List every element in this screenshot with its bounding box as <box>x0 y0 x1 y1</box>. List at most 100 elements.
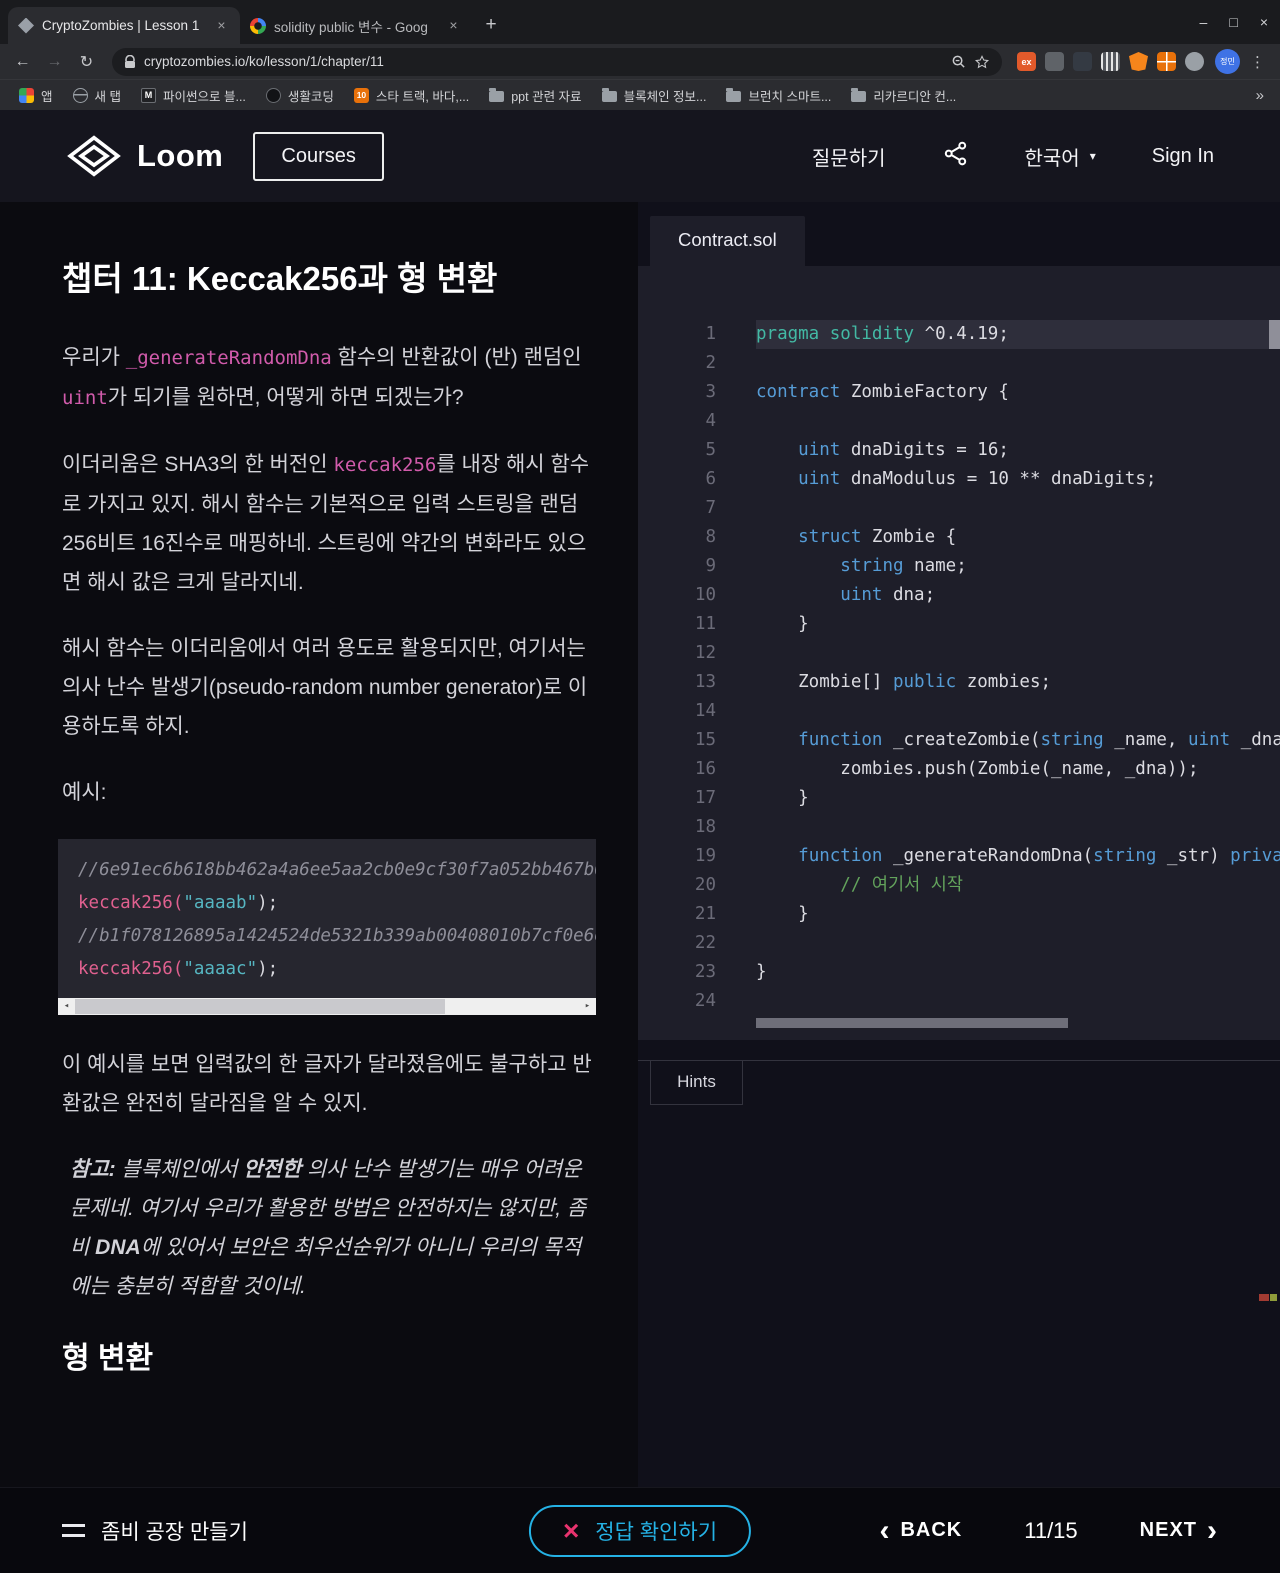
scrollbar-thumb[interactable] <box>75 999 445 1014</box>
browser-tabs: CryptoZombies | Lesson 1 × solidity public… <box>8 7 472 44</box>
extension-grid-icon[interactable] <box>1157 52 1176 71</box>
zoom-icon[interactable] <box>951 54 966 69</box>
text-segment: 에 있어서 보안은 최우선순위가 아니니 우리의 목적에는 충분히 적합할 것이… <box>70 1236 582 1298</box>
bookmark-item[interactable]: 리카르디안 컨... <box>842 83 965 108</box>
bookmark-label: 생활코딩 <box>287 89 334 104</box>
menu-kebab-icon[interactable]: ⋮ <box>1243 53 1272 71</box>
code-token: uint <box>840 585 883 605</box>
bookmarks-overflow-icon[interactable]: » <box>1250 87 1270 104</box>
share-icon[interactable] <box>942 140 969 173</box>
bookmark-label: 리카르디안 컨... <box>873 89 957 104</box>
ten-icon: 10 <box>353 87 369 103</box>
tab-close-icon[interactable]: × <box>213 17 230 34</box>
code-editor[interactable]: 1 pragma solidity ^0.4.19; 2 3 contract Zomb… <box>638 266 1280 1040</box>
scroll-left-icon[interactable]: ◂ <box>58 990 75 1015</box>
code-token: dnaDigits = 16; <box>840 440 1009 460</box>
tab-close-icon[interactable]: × <box>445 17 462 34</box>
code-function: keccak256( <box>78 959 184 979</box>
extension-icon[interactable] <box>1073 52 1092 71</box>
new-tab-button[interactable]: + <box>478 12 504 38</box>
code-token: dna; <box>882 585 936 605</box>
back-nav-button[interactable]: ‹ BACK <box>879 1515 962 1546</box>
ask-question-link[interactable]: 질문하기 <box>812 142 886 171</box>
address-bar[interactable]: cryptozombies.io/ko/lesson/1/chapter/11 <box>112 47 1002 76</box>
scroll-right-icon[interactable]: ▸ <box>579 990 596 1015</box>
contract-tab[interactable]: Contract.sol <box>650 216 805 266</box>
code-line: 22 <box>638 929 1280 958</box>
extension-circle-icon[interactable] <box>1185 52 1204 71</box>
extension-ex-icon[interactable]: ex <box>1017 52 1036 71</box>
horizontal-scrollbar-thumb[interactable] <box>756 1018 1068 1028</box>
text-segment: 참고: <box>70 1158 116 1181</box>
hints-tab[interactable]: Hints <box>650 1061 743 1105</box>
folder-icon <box>726 88 742 102</box>
browser-window: CryptoZombies | Lesson 1 × solidity public… <box>0 0 1280 1573</box>
bookmark-star-icon[interactable] <box>974 54 990 70</box>
code-token: _str) <box>1156 846 1231 866</box>
minimize-button[interactable]: – <box>1200 14 1208 30</box>
overview-marks <box>1259 1294 1277 1301</box>
bookmark-item[interactable]: ppt 관련 자료 <box>480 83 590 108</box>
forward-button[interactable]: → <box>40 53 69 71</box>
browser-toolbar: ← → ↻ cryptozombies.io/ko/lesson/1/chapt… <box>0 44 1280 79</box>
text-segment: 이더리움은 SHA3의 한 버전인 <box>62 453 334 476</box>
bookmark-item[interactable]: 10 스타 트랙, 바다,... <box>345 83 478 108</box>
browser-tab[interactable]: solidity public 변수 - Goog × <box>240 7 472 44</box>
code-function: keccak256( <box>78 893 184 913</box>
dot-icon <box>265 87 281 103</box>
google-favicon <box>250 17 266 34</box>
bookmark-item[interactable]: M 파이썬으로 블... <box>132 83 255 108</box>
example-scrollbar[interactable]: ◂ ▸ <box>58 998 596 1015</box>
code-line: 17 } <box>638 784 1280 813</box>
code-text: ); <box>257 893 279 913</box>
footer-nav: ‹ BACK 11/15 NEXT › <box>879 1515 1218 1546</box>
inline-code: _generateRandomDna <box>125 347 332 369</box>
example-code-line: //b1f078126895a1424524de5321b339ab004080… <box>78 920 596 953</box>
code-token: _dna) <box>1240 730 1280 750</box>
loom-logo-icon[interactable] <box>66 134 122 178</box>
maximize-button[interactable]: □ <box>1229 14 1237 30</box>
reload-button[interactable]: ↻ <box>72 52 101 72</box>
extension-icon[interactable] <box>1045 52 1064 71</box>
language-selector[interactable]: 한국어 ▾ <box>1025 142 1096 171</box>
courses-button[interactable]: Courses <box>253 131 384 181</box>
code-example-block: //6e91ec6b618bb462a4a6ee5aa2cb0e9cf30f7a… <box>58 839 596 1015</box>
bookmark-item[interactable]: 앱 <box>10 83 62 108</box>
vertical-scrollbar-thumb[interactable] <box>1269 320 1280 349</box>
sign-in-link[interactable]: Sign In <box>1152 145 1214 168</box>
line-number: 4 <box>705 411 716 431</box>
profile-avatar[interactable]: 정민 <box>1215 49 1240 74</box>
bookmark-item[interactable]: 생활코딩 <box>257 83 343 108</box>
code-line: 16 zombies.push(Zombie(_name, _dna)); <box>638 755 1280 784</box>
code-text: ); <box>257 959 279 979</box>
x-icon: × <box>562 1514 580 1546</box>
lesson-name: 좀비 공장 만들기 <box>62 1516 248 1546</box>
bookmark-item[interactable]: 새 탭 <box>64 83 130 108</box>
check-answer-button[interactable]: × 정답 확인하기 <box>528 1504 752 1557</box>
browser-tab[interactable]: CryptoZombies | Lesson 1 × <box>8 7 240 44</box>
window-close-button[interactable]: × <box>1260 14 1268 30</box>
back-button[interactable]: ← <box>8 53 37 71</box>
line-number: 8 <box>705 527 716 547</box>
line-code: struct Zombie { <box>716 523 956 552</box>
brand-name[interactable]: Loom <box>137 138 223 174</box>
bookmark-item[interactable]: 블록체인 정보... <box>593 83 716 108</box>
bookmark-item[interactable]: 브런치 스마트... <box>717 83 840 108</box>
metamask-icon[interactable] <box>1129 52 1148 71</box>
line-code: function _createZombie(string _name, uin… <box>716 726 1280 755</box>
medium-icon: M <box>141 87 156 103</box>
code-token: } <box>756 614 809 634</box>
next-nav-button[interactable]: NEXT › <box>1140 1515 1218 1546</box>
extension-striped-icon[interactable] <box>1101 52 1120 71</box>
line-code: } <box>716 958 767 987</box>
line-number: 11 <box>694 614 716 634</box>
window-controls: – □ × <box>1200 0 1268 44</box>
lock-icon <box>125 54 135 68</box>
lesson-name-label: 좀비 공장 만들기 <box>101 1520 248 1544</box>
